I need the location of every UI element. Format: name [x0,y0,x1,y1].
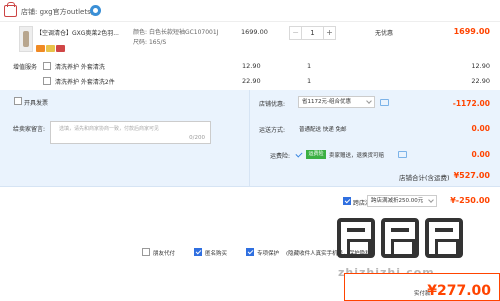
shop-name-link[interactable]: gxg官方outlets店 [40,8,98,16]
item-discount: 无优惠 [375,30,394,37]
service-checkbox[interactable] [43,62,51,70]
comment-icon[interactable] [380,99,389,106]
item-row: 【空调清仓】GXG奥莱2色羽... 颜色: 白色长款短袖GC107001J 尺码… [0,22,500,58]
badge-icon [46,45,55,52]
anonymous-label: 匿名购买 [205,251,228,257]
size-label: 尺码: [133,39,148,46]
chevron-down-icon [366,98,372,104]
decrease-button[interactable]: − [290,27,302,39]
color-label: 颜色: [133,29,148,36]
privacy-label: 专项保护 [257,251,280,257]
shop-header: 店铺: gxg官方outlets店 [0,0,500,22]
service-qty: 1 [307,62,312,70]
watermark-glyph [337,218,375,258]
insurance-amount: 0.00 [471,150,490,159]
message-char-count: 0/200 [189,135,205,141]
insurance-label: 运费险: [270,153,291,160]
chevron-down-icon [428,197,434,203]
invoice-checkbox[interactable] [14,97,22,105]
shop-label: 店铺: gxg官方outlets店 [21,7,98,17]
item-title[interactable]: 【空调清仓】GXG奥莱2色羽... [36,28,119,37]
message-label: 给卖家留言: [13,126,46,133]
item-sku: 颜色: 白色长款短袖GC107001J 尺码: 165/S [133,28,218,48]
cross-store-amount: ¥-250.00 [450,196,490,205]
cross-store-select[interactable]: 跨店满减折250.00元 [367,195,437,207]
order-page: 店铺: gxg官方outlets店 【空调清仓】GXG奥莱2色羽... 颜色: … [0,0,500,301]
service-subtotal: 12.90 [471,62,490,70]
badge-icon [36,45,45,52]
quantity-stepper: − 1 + [289,26,336,40]
chat-contact-icon[interactable] [90,5,101,16]
shop-icon [4,2,17,17]
friend-pay-checkbox[interactable] [142,248,150,256]
final-amount: ¥277.00 [427,283,491,299]
shipping-label: 运送方式: [259,127,286,134]
service-qty: 1 [307,77,312,85]
item-thumbnail[interactable] [19,26,33,52]
cross-store-checkbox[interactable] [343,197,351,205]
info-icon[interactable] [398,151,407,158]
shop-label-prefix: 店铺: [21,8,38,16]
shipping-value: 普通配送 快递 免邮 [299,127,347,133]
item-subtotal: 1699.00 [453,27,490,36]
service-row: 清洗养护 外套清洗2件 22.90 1 22.90 [0,74,500,88]
coupon-select[interactable]: 省1172元-组合优惠 [298,96,375,108]
service-name: 清洗养护 外套清洗 [55,64,105,71]
service-price: 22.90 [242,77,261,85]
divider [249,90,250,186]
coupon-amount: -1172.00 [452,99,490,108]
badge-icon [56,45,65,52]
message-textarea[interactable]: 选填，请先和商家协商一致，付款后商家可见 0/200 [50,121,211,144]
size-value: 165/S [148,39,167,46]
shop-total-amount: ¥527.00 [453,171,490,180]
item-badges [36,37,66,56]
watermark-glyph [425,218,463,258]
shipping-amount: 0.00 [471,124,490,133]
service-name: 清洗养护 外套清洗2件 [55,79,115,86]
final-payment-box: 实付款: ¥277.00 [344,273,500,301]
service-checkbox[interactable] [43,77,51,85]
invoice-label: 开具发票 [24,100,49,107]
shop-total-label: 店铺合计(含运费) [399,174,450,182]
anonymous-checkbox[interactable] [194,248,202,256]
friend-pay-label: 朋友代付 [153,251,176,257]
insurance-tag: 运费险 [306,150,326,159]
service-subtotal: 22.90 [471,77,490,85]
coupon-label: 店铺优惠: [259,101,286,108]
coupon-select-value: 省1172元-组合优惠 [302,99,351,105]
watermark-glyph [381,218,419,258]
privacy-checkbox[interactable] [246,248,254,256]
service-row: 增值服务 清洗养护 外套清洗 12.90 1 12.90 [0,59,500,73]
watermark-logo [333,218,500,261]
color-value: 白色长款短袖GC107001J [148,29,219,36]
message-placeholder: 选填，请先和商家协商一致，付款后商家可见 [59,126,160,132]
services-title: 增值服务 [13,64,38,71]
insurance-desc: 卖家赠送，退换货可赔 [329,153,385,159]
increase-button[interactable]: + [323,27,335,39]
item-price: 1699.00 [241,28,268,36]
quantity-input[interactable]: 1 [302,27,323,39]
cross-store-select-value: 跨店满减折250.00元 [371,198,424,204]
service-price: 12.90 [242,62,261,70]
